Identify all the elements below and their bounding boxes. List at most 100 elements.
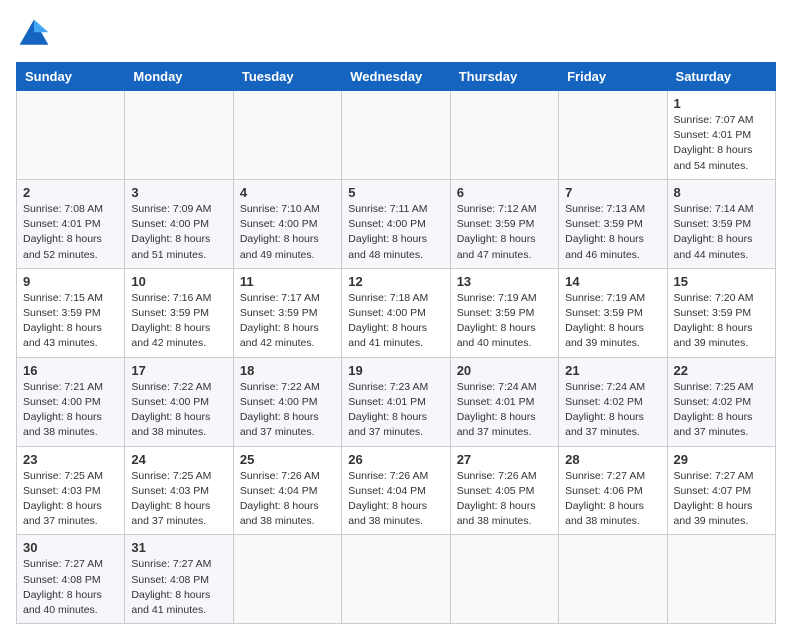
- day-info: Sunrise: 7:24 AM Sunset: 4:02 PM Dayligh…: [565, 380, 660, 441]
- calendar-cell: 4 Sunrise: 7:10 AM Sunset: 4:00 PM Dayli…: [233, 179, 341, 268]
- day-info: Sunrise: 7:27 AM Sunset: 4:08 PM Dayligh…: [131, 557, 226, 618]
- day-info: Sunrise: 7:24 AM Sunset: 4:01 PM Dayligh…: [457, 380, 552, 441]
- day-number: 3: [131, 185, 226, 200]
- day-info: Sunrise: 7:18 AM Sunset: 4:00 PM Dayligh…: [348, 291, 443, 352]
- day-number: 5: [348, 185, 443, 200]
- calendar-cell: 24 Sunrise: 7:25 AM Sunset: 4:03 PM Dayl…: [125, 446, 233, 535]
- calendar-cell: [233, 91, 341, 180]
- day-of-week-header: Tuesday: [233, 63, 341, 91]
- calendar-cell: 18 Sunrise: 7:22 AM Sunset: 4:00 PM Dayl…: [233, 357, 341, 446]
- day-info: Sunrise: 7:23 AM Sunset: 4:01 PM Dayligh…: [348, 380, 443, 441]
- day-number: 25: [240, 452, 335, 467]
- calendar-week-row: 1 Sunrise: 7:07 AM Sunset: 4:01 PM Dayli…: [17, 91, 776, 180]
- calendar-cell: 3 Sunrise: 7:09 AM Sunset: 4:00 PM Dayli…: [125, 179, 233, 268]
- day-of-week-header: Monday: [125, 63, 233, 91]
- day-number: 2: [23, 185, 118, 200]
- day-number: 6: [457, 185, 552, 200]
- day-number: 19: [348, 363, 443, 378]
- day-number: 10: [131, 274, 226, 289]
- calendar-cell: 11 Sunrise: 7:17 AM Sunset: 3:59 PM Dayl…: [233, 268, 341, 357]
- day-info: Sunrise: 7:13 AM Sunset: 3:59 PM Dayligh…: [565, 202, 660, 263]
- calendar-cell: 29 Sunrise: 7:27 AM Sunset: 4:07 PM Dayl…: [667, 446, 775, 535]
- day-number: 17: [131, 363, 226, 378]
- calendar-cell: 30 Sunrise: 7:27 AM Sunset: 4:08 PM Dayl…: [17, 535, 125, 624]
- calendar-week-row: 23 Sunrise: 7:25 AM Sunset: 4:03 PM Dayl…: [17, 446, 776, 535]
- calendar-cell: [233, 535, 341, 624]
- calendar-cell: [667, 535, 775, 624]
- calendar-cell: [559, 535, 667, 624]
- calendar-cell: 1 Sunrise: 7:07 AM Sunset: 4:01 PM Dayli…: [667, 91, 775, 180]
- calendar-header-row: SundayMondayTuesdayWednesdayThursdayFrid…: [17, 63, 776, 91]
- day-info: Sunrise: 7:19 AM Sunset: 3:59 PM Dayligh…: [457, 291, 552, 352]
- day-info: Sunrise: 7:07 AM Sunset: 4:01 PM Dayligh…: [674, 113, 769, 174]
- calendar-cell: 13 Sunrise: 7:19 AM Sunset: 3:59 PM Dayl…: [450, 268, 558, 357]
- calendar-cell: 22 Sunrise: 7:25 AM Sunset: 4:02 PM Dayl…: [667, 357, 775, 446]
- calendar-cell: 23 Sunrise: 7:25 AM Sunset: 4:03 PM Dayl…: [17, 446, 125, 535]
- day-number: 20: [457, 363, 552, 378]
- calendar-cell: 8 Sunrise: 7:14 AM Sunset: 3:59 PM Dayli…: [667, 179, 775, 268]
- day-of-week-header: Friday: [559, 63, 667, 91]
- day-info: Sunrise: 7:25 AM Sunset: 4:03 PM Dayligh…: [131, 469, 226, 530]
- day-info: Sunrise: 7:08 AM Sunset: 4:01 PM Dayligh…: [23, 202, 118, 263]
- logo-icon: [16, 16, 52, 52]
- calendar-cell: [450, 535, 558, 624]
- calendar-cell: 7 Sunrise: 7:13 AM Sunset: 3:59 PM Dayli…: [559, 179, 667, 268]
- day-number: 4: [240, 185, 335, 200]
- day-info: Sunrise: 7:19 AM Sunset: 3:59 PM Dayligh…: [565, 291, 660, 352]
- calendar-week-row: 2 Sunrise: 7:08 AM Sunset: 4:01 PM Dayli…: [17, 179, 776, 268]
- day-info: Sunrise: 7:26 AM Sunset: 4:04 PM Dayligh…: [240, 469, 335, 530]
- day-number: 11: [240, 274, 335, 289]
- day-info: Sunrise: 7:11 AM Sunset: 4:00 PM Dayligh…: [348, 202, 443, 263]
- day-number: 24: [131, 452, 226, 467]
- day-number: 8: [674, 185, 769, 200]
- calendar-cell: [342, 91, 450, 180]
- day-info: Sunrise: 7:27 AM Sunset: 4:07 PM Dayligh…: [674, 469, 769, 530]
- day-number: 18: [240, 363, 335, 378]
- day-info: Sunrise: 7:14 AM Sunset: 3:59 PM Dayligh…: [674, 202, 769, 263]
- day-info: Sunrise: 7:12 AM Sunset: 3:59 PM Dayligh…: [457, 202, 552, 263]
- calendar-cell: 17 Sunrise: 7:22 AM Sunset: 4:00 PM Dayl…: [125, 357, 233, 446]
- calendar-cell: 10 Sunrise: 7:16 AM Sunset: 3:59 PM Dayl…: [125, 268, 233, 357]
- day-of-week-header: Wednesday: [342, 63, 450, 91]
- day-number: 29: [674, 452, 769, 467]
- day-of-week-header: Saturday: [667, 63, 775, 91]
- day-info: Sunrise: 7:27 AM Sunset: 4:08 PM Dayligh…: [23, 557, 118, 618]
- calendar-cell: [17, 91, 125, 180]
- day-info: Sunrise: 7:27 AM Sunset: 4:06 PM Dayligh…: [565, 469, 660, 530]
- calendar-cell: 15 Sunrise: 7:20 AM Sunset: 3:59 PM Dayl…: [667, 268, 775, 357]
- calendar-cell: 26 Sunrise: 7:26 AM Sunset: 4:04 PM Dayl…: [342, 446, 450, 535]
- calendar-cell: [450, 91, 558, 180]
- logo: [16, 16, 56, 52]
- day-info: Sunrise: 7:26 AM Sunset: 4:04 PM Dayligh…: [348, 469, 443, 530]
- page-header: [16, 16, 776, 52]
- calendar-cell: 25 Sunrise: 7:26 AM Sunset: 4:04 PM Dayl…: [233, 446, 341, 535]
- calendar-cell: 2 Sunrise: 7:08 AM Sunset: 4:01 PM Dayli…: [17, 179, 125, 268]
- calendar-cell: 21 Sunrise: 7:24 AM Sunset: 4:02 PM Dayl…: [559, 357, 667, 446]
- calendar-cell: [559, 91, 667, 180]
- day-info: Sunrise: 7:09 AM Sunset: 4:00 PM Dayligh…: [131, 202, 226, 263]
- calendar-week-row: 16 Sunrise: 7:21 AM Sunset: 4:00 PM Dayl…: [17, 357, 776, 446]
- day-number: 15: [674, 274, 769, 289]
- calendar-cell: 28 Sunrise: 7:27 AM Sunset: 4:06 PM Dayl…: [559, 446, 667, 535]
- day-number: 23: [23, 452, 118, 467]
- day-info: Sunrise: 7:20 AM Sunset: 3:59 PM Dayligh…: [674, 291, 769, 352]
- day-number: 30: [23, 540, 118, 555]
- day-number: 13: [457, 274, 552, 289]
- calendar-week-row: 9 Sunrise: 7:15 AM Sunset: 3:59 PM Dayli…: [17, 268, 776, 357]
- day-info: Sunrise: 7:10 AM Sunset: 4:00 PM Dayligh…: [240, 202, 335, 263]
- day-number: 31: [131, 540, 226, 555]
- day-number: 27: [457, 452, 552, 467]
- day-of-week-header: Sunday: [17, 63, 125, 91]
- day-info: Sunrise: 7:22 AM Sunset: 4:00 PM Dayligh…: [131, 380, 226, 441]
- calendar-week-row: 30 Sunrise: 7:27 AM Sunset: 4:08 PM Dayl…: [17, 535, 776, 624]
- day-number: 1: [674, 96, 769, 111]
- calendar-cell: 31 Sunrise: 7:27 AM Sunset: 4:08 PM Dayl…: [125, 535, 233, 624]
- day-number: 14: [565, 274, 660, 289]
- calendar-cell: 9 Sunrise: 7:15 AM Sunset: 3:59 PM Dayli…: [17, 268, 125, 357]
- calendar-cell: 14 Sunrise: 7:19 AM Sunset: 3:59 PM Dayl…: [559, 268, 667, 357]
- day-info: Sunrise: 7:21 AM Sunset: 4:00 PM Dayligh…: [23, 380, 118, 441]
- day-info: Sunrise: 7:17 AM Sunset: 3:59 PM Dayligh…: [240, 291, 335, 352]
- day-info: Sunrise: 7:15 AM Sunset: 3:59 PM Dayligh…: [23, 291, 118, 352]
- calendar-cell: [342, 535, 450, 624]
- day-info: Sunrise: 7:16 AM Sunset: 3:59 PM Dayligh…: [131, 291, 226, 352]
